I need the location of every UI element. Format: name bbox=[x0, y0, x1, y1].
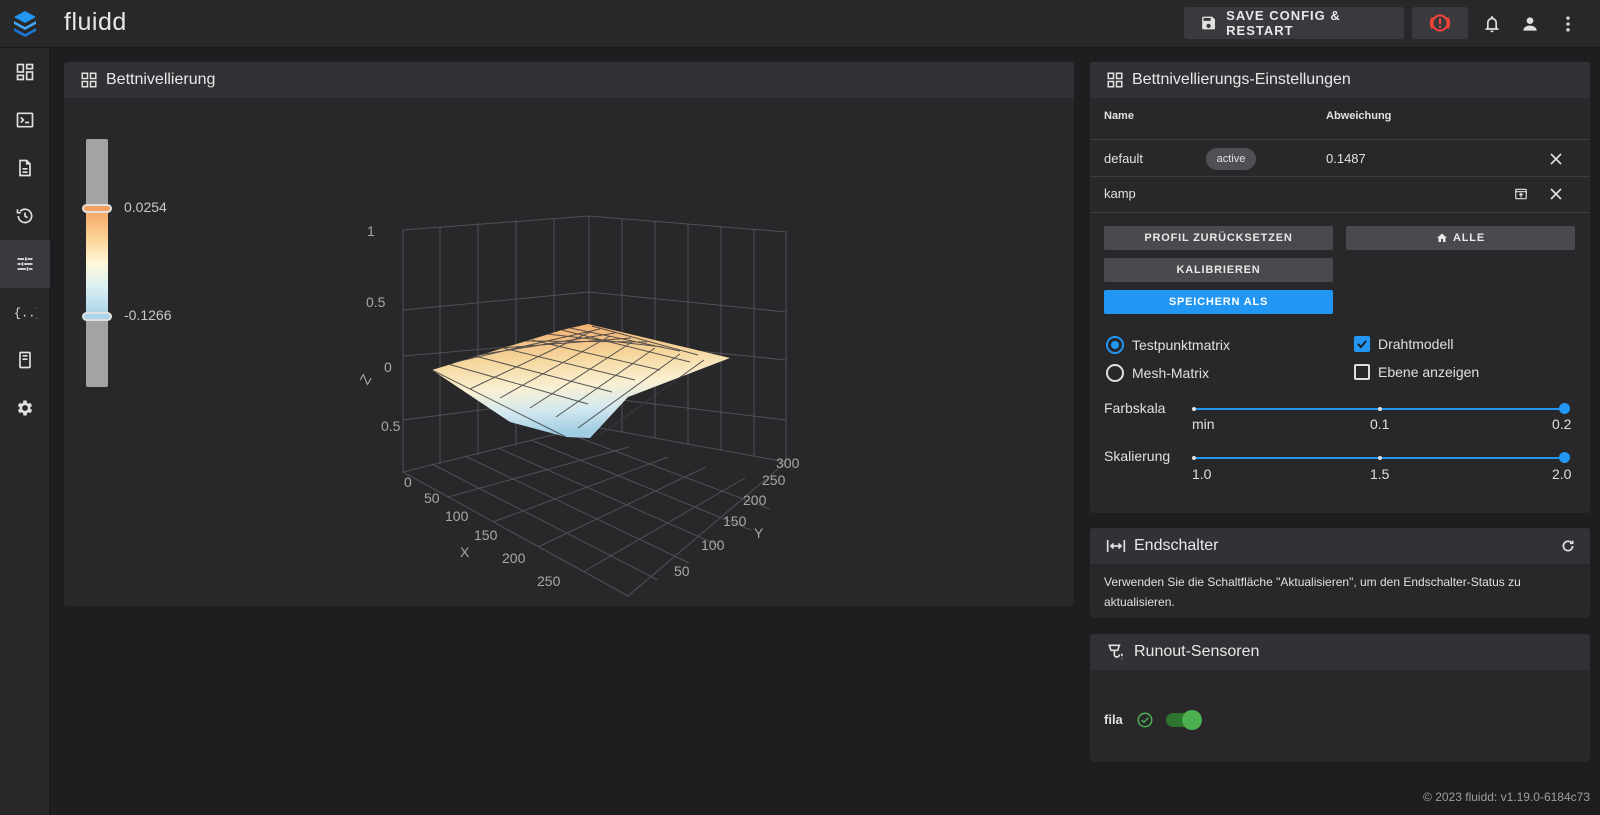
z-tick-5: 0 bbox=[404, 474, 412, 490]
y-tick-6: 50 bbox=[674, 563, 690, 579]
color-scale-tick-min: min bbox=[1192, 416, 1215, 432]
mesh-matrix-label: Mesh-Matrix bbox=[1132, 365, 1210, 381]
grid-view-icon bbox=[1106, 71, 1124, 89]
slider-thumb[interactable] bbox=[1559, 403, 1570, 414]
radio-checked-icon bbox=[1106, 336, 1124, 354]
runout-card-header: Runout-Sensoren bbox=[1090, 634, 1590, 670]
endstops-title: Endschalter bbox=[1134, 537, 1219, 554]
slider-tick bbox=[1378, 407, 1382, 411]
bed-mesh-settings-card: Bettnivellierungs-Einstellungen Name Abw… bbox=[1090, 62, 1590, 513]
settings-title: Bettnivellierungs-Einstellungen bbox=[1132, 71, 1351, 88]
x-tick-1: 50 bbox=[424, 490, 440, 506]
slider-tick bbox=[1378, 456, 1382, 460]
home-all-button[interactable]: ALLE bbox=[1346, 226, 1575, 250]
slider-thumb[interactable] bbox=[1559, 452, 1570, 463]
filament-spool-icon bbox=[1106, 642, 1126, 662]
color-scale-tick-max: 0.2 bbox=[1552, 416, 1572, 432]
save-config-restart-label: SAVE CONFIG & RESTART bbox=[1226, 8, 1341, 38]
more-vertical-icon[interactable] bbox=[1556, 12, 1580, 36]
color-scale-label: Farbskala bbox=[1104, 400, 1166, 416]
save-as-button[interactable]: SPEICHERN ALS bbox=[1104, 290, 1333, 314]
reset-profile-button[interactable]: PROFIL ZURÜCKSETZEN bbox=[1104, 226, 1333, 250]
y-tick-5: 100 bbox=[701, 537, 725, 553]
z-tick-3: 0 bbox=[384, 359, 392, 375]
wireframe-checkbox[interactable]: Drahtmodell bbox=[1354, 336, 1453, 352]
z-tick-2: 0.5 bbox=[366, 294, 386, 310]
table-divider bbox=[1090, 212, 1590, 213]
emergency-stop-icon bbox=[1429, 14, 1451, 32]
profile-name: default bbox=[1104, 151, 1144, 166]
color-scale-tick-mid: 0.1 bbox=[1370, 416, 1390, 432]
column-header-deviation: Abweichung bbox=[1326, 110, 1392, 122]
mesh-matrix-radio[interactable]: Mesh-Matrix bbox=[1106, 364, 1209, 382]
scale-label: Skalierung bbox=[1104, 448, 1171, 464]
y-axis-label: Y bbox=[754, 525, 764, 541]
load-profile-icon[interactable] bbox=[1512, 185, 1530, 203]
settings-card-header: Bettnivellierungs-Einstellungen bbox=[1090, 62, 1590, 98]
user-account-icon[interactable] bbox=[1518, 12, 1542, 36]
y-tick-3: 200 bbox=[743, 492, 767, 508]
bed-mesh-3d-chart[interactable]: 1 0.5 0 0.5 0 Z 50 100 150 200 250 X 300… bbox=[0, 0, 1075, 610]
endstops-card-header: Endschalter bbox=[1090, 528, 1590, 564]
checkbox-unchecked-icon bbox=[1354, 364, 1370, 380]
refresh-icon[interactable] bbox=[1560, 538, 1576, 554]
y-tick-4: 150 bbox=[723, 513, 747, 529]
y-tick-2: 250 bbox=[762, 472, 786, 488]
endstops-message: Verwenden Sie die Schaltfläche "Aktualis… bbox=[1104, 575, 1521, 609]
home-icon bbox=[1437, 233, 1448, 242]
sensor-ok-check-icon bbox=[1136, 711, 1154, 729]
runout-sensors-card: Runout-Sensoren fila bbox=[1090, 634, 1590, 762]
scale-tick-max: 2.0 bbox=[1552, 466, 1572, 482]
sensor-name: fila bbox=[1104, 712, 1123, 727]
profile-deviation: 0.1487 bbox=[1326, 151, 1366, 166]
emergency-stop-button[interactable] bbox=[1412, 7, 1468, 39]
checkbox-checked-icon bbox=[1354, 336, 1370, 352]
arrow-left-right-icon bbox=[1106, 537, 1126, 555]
x-axis-label: X bbox=[460, 544, 470, 560]
notifications-bell-icon[interactable] bbox=[1480, 12, 1504, 36]
profile-name: kamp bbox=[1104, 186, 1136, 201]
x-tick-4: 200 bbox=[502, 550, 526, 566]
footer-version: © 2023 fluidd: v1.19.0-6184c73 bbox=[1423, 790, 1590, 804]
home-all-label: ALLE bbox=[1453, 232, 1485, 244]
slider-tick bbox=[1192, 407, 1196, 411]
scale-tick-mid: 1.5 bbox=[1370, 466, 1390, 482]
probed-matrix-radio[interactable]: Testpunktmatrix bbox=[1106, 336, 1230, 354]
scale-tick-min: 1.0 bbox=[1192, 466, 1212, 482]
runout-title: Runout-Sensoren bbox=[1134, 643, 1260, 660]
slider-tick bbox=[1192, 456, 1196, 460]
show-plane-checkbox[interactable]: Ebene anzeigen bbox=[1354, 364, 1479, 380]
x-tick-2: 100 bbox=[445, 508, 469, 524]
z-axis-label: Z bbox=[356, 371, 374, 387]
probed-matrix-label: Testpunktmatrix bbox=[1132, 337, 1231, 353]
save-config-restart-button[interactable]: SAVE CONFIG & RESTART bbox=[1184, 7, 1404, 39]
table-divider bbox=[1090, 176, 1590, 177]
y-tick-1: 300 bbox=[776, 455, 800, 471]
calibrate-button[interactable]: KALIBRIEREN bbox=[1104, 258, 1333, 282]
remove-profile-close-icon[interactable] bbox=[1547, 185, 1565, 203]
table-divider bbox=[1090, 139, 1590, 140]
column-header-name: Name bbox=[1104, 110, 1134, 122]
x-tick-5: 250 bbox=[537, 573, 561, 589]
endstops-card: Endschalter Verwenden Sie die Schaltfläc… bbox=[1090, 528, 1590, 618]
show-plane-label: Ebene anzeigen bbox=[1378, 364, 1480, 380]
toggle-knob bbox=[1182, 710, 1202, 730]
radio-unchecked-icon bbox=[1106, 364, 1124, 382]
wireframe-label: Drahtmodell bbox=[1378, 336, 1454, 352]
save-icon bbox=[1202, 16, 1216, 30]
z-tick-4: 0.5 bbox=[381, 418, 401, 434]
remove-profile-close-icon[interactable] bbox=[1547, 150, 1565, 168]
x-tick-3: 150 bbox=[474, 527, 498, 543]
z-tick-1: 1 bbox=[367, 223, 375, 239]
active-badge: active bbox=[1206, 148, 1256, 170]
